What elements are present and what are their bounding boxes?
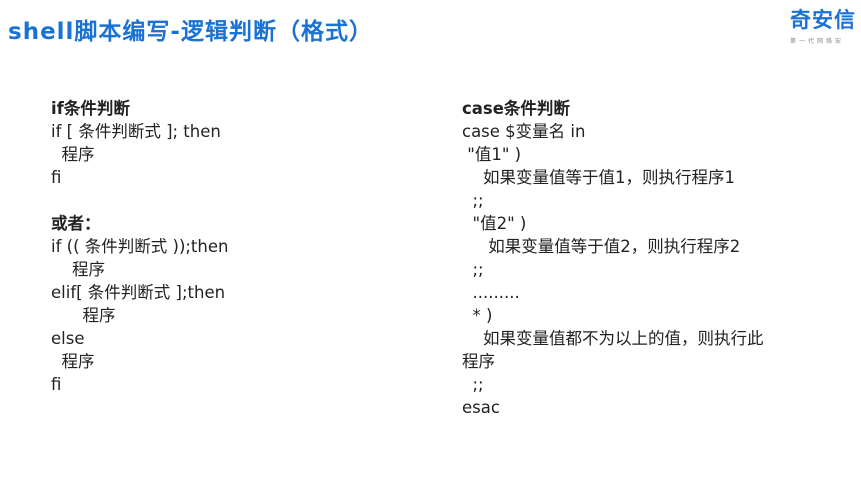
code-line: case $变量名 in xyxy=(462,122,586,141)
brand-logo: 奇安信 第一代网络安 xyxy=(790,8,861,52)
code-line: 如果变量值都不为以上的值，则执行此 xyxy=(462,329,764,348)
code-line: elif[ 条件判断式 ];then xyxy=(51,283,226,302)
section-heading: if条件判断 xyxy=(51,99,130,118)
code-line: "值2" ) xyxy=(462,214,527,233)
code-line: 如果变量值等于值1，则执行程序1 xyxy=(462,168,735,187)
logo-text: 奇安信 xyxy=(790,8,856,32)
section-heading: 或者： xyxy=(51,214,101,233)
code-line: else xyxy=(51,329,85,348)
code-line: 程序 xyxy=(51,352,95,371)
logo-tagline: 第一代网络安 xyxy=(790,38,845,45)
slide-title: shell脚本编写-逻辑判断（格式） xyxy=(8,19,373,45)
code-line: if (( 条件判断式 ));then xyxy=(51,237,229,256)
code-line: esac xyxy=(462,398,500,417)
code-line: ;; xyxy=(462,191,484,210)
code-line: 程序 xyxy=(51,306,116,325)
code-line: if [ 条件判断式 ]; then xyxy=(51,122,221,141)
code-line: ;; xyxy=(462,375,484,394)
code-line: 程序 xyxy=(51,260,105,279)
code-line: fi xyxy=(51,168,62,187)
code-line: ......... xyxy=(462,283,520,302)
code-line: "值1" ) xyxy=(462,145,522,164)
code-line: fi xyxy=(51,375,62,394)
case-syntax-block: case条件判断 case $变量名 in "值1" ) 如果变量值等于值1，则执… xyxy=(462,97,763,419)
code-line: * ) xyxy=(462,306,493,325)
code-line: 程序 xyxy=(462,352,495,371)
section-heading: case条件判断 xyxy=(462,99,570,118)
code-line: 如果变量值等于值2，则执行程序2 xyxy=(462,237,741,256)
if-syntax-block: if条件判断 if [ 条件判断式 ]; then 程序 fi 或者： if (( 条件… xyxy=(51,97,228,396)
code-line: ;; xyxy=(462,260,484,279)
code-line: 程序 xyxy=(51,145,95,164)
